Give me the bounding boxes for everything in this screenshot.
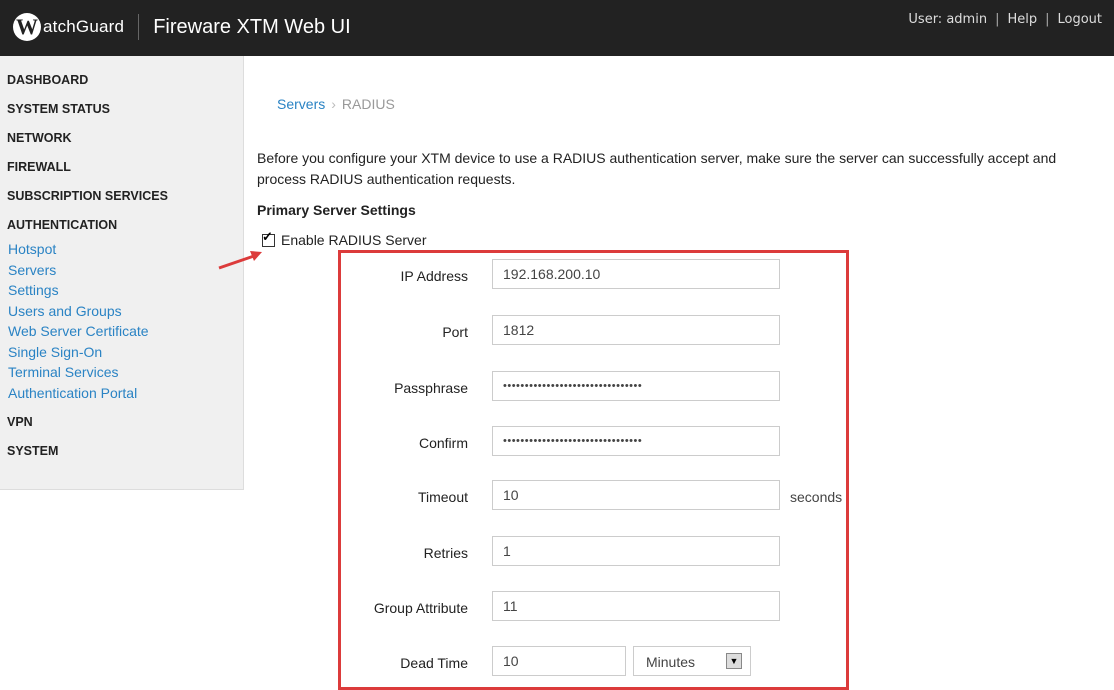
- sidebar-item-authentication[interactable]: AUTHENTICATION: [0, 218, 117, 232]
- help-link[interactable]: Help: [1007, 12, 1037, 27]
- sidebar-item-vpn[interactable]: VPN: [0, 415, 33, 429]
- enable-radius-row: ✓ Enable RADIUS Server: [262, 230, 427, 248]
- sidebar-item-firewall[interactable]: FIREWALL: [0, 160, 71, 174]
- sidebar-item-dashboard[interactable]: DASHBOARD: [0, 73, 88, 87]
- retries-input[interactable]: [492, 536, 780, 566]
- header-divider: [138, 14, 140, 40]
- sidebar-subitem-users-and-groups[interactable]: Users and Groups: [0, 301, 149, 322]
- dead-time-label: Dead Time: [400, 655, 468, 671]
- annotation-arrow-icon: [218, 251, 262, 270]
- confirm-label: Confirm: [418, 435, 468, 451]
- logo-text: atchGuard: [43, 17, 125, 36]
- user-label: User: admin: [908, 12, 988, 27]
- dropdown-arrow-icon[interactable]: ▼: [726, 653, 742, 669]
- sidebar-subitem-terminal-services[interactable]: Terminal Services: [0, 362, 149, 383]
- user-nav: User: admin | Help | Logout: [908, 12, 1102, 27]
- group-attribute-label: Group Attribute: [373, 600, 468, 616]
- dead-time-input[interactable]: [492, 646, 626, 676]
- sidebar-subitem-web-server-certificate[interactable]: Web Server Certificate: [0, 321, 149, 342]
- passphrase-input[interactable]: ••••••••••••••••••••••••••••••••: [492, 371, 780, 401]
- breadcrumb-servers-link[interactable]: Servers: [277, 96, 325, 112]
- top-header: W atchGuard Fireware XTM Web UI User: ad…: [0, 0, 1114, 56]
- port-label: Port: [442, 324, 468, 340]
- port-input[interactable]: [492, 315, 780, 345]
- passphrase-label: Passphrase: [394, 380, 468, 396]
- logout-link[interactable]: Logout: [1057, 12, 1102, 27]
- sidebar-item-subscription-services[interactable]: SUBSCRIPTION SERVICES: [0, 189, 168, 203]
- retries-label: Retries: [423, 545, 468, 561]
- timeout-input[interactable]: [492, 480, 780, 510]
- enable-radius-checkbox[interactable]: ✓: [262, 230, 275, 247]
- sidebar-subitem-settings[interactable]: Settings: [0, 280, 149, 301]
- checkmark-icon: ✓: [262, 228, 273, 244]
- ip-address-label: IP Address: [400, 268, 468, 284]
- sidebar-subitem-authentication-portal[interactable]: Authentication Portal: [0, 383, 149, 404]
- sidebar-subitem-single-sign-on[interactable]: Single Sign-On: [0, 342, 149, 363]
- timeout-unit-label: seconds: [790, 489, 843, 505]
- confirm-input[interactable]: ••••••••••••••••••••••••••••••••: [492, 426, 780, 456]
- auth-submenu: Hotspot Servers Settings Users and Group…: [0, 239, 149, 403]
- sidebar-item-system-status[interactable]: SYSTEM STATUS: [0, 102, 110, 116]
- sidebar-nav: DASHBOARD SYSTEM STATUS NETWORK FIREWALL…: [0, 56, 244, 490]
- breadcrumb-current: RADIUS: [341, 96, 395, 112]
- sidebar-subitem-hotspot[interactable]: Hotspot: [0, 239, 149, 260]
- sidebar-item-network[interactable]: NETWORK: [0, 131, 72, 145]
- watchguard-logo[interactable]: W atchGuard Fireware XTM Web UI: [13, 10, 351, 44]
- timeout-label: Timeout: [417, 489, 468, 505]
- intro-text: Before you configure your XTM device to …: [257, 150, 1057, 187]
- enable-radius-label: Enable RADIUS Server: [281, 232, 427, 248]
- app-title: Fireware XTM Web UI: [153, 15, 351, 38]
- breadcrumb-separator: ›: [331, 96, 336, 112]
- dead-time-unit-select[interactable]: Minutes ▼: [633, 646, 751, 676]
- section-title: Primary Server Settings: [257, 202, 416, 218]
- logo-mark-icon: W: [13, 13, 41, 41]
- sidebar-subitem-servers[interactable]: Servers: [0, 260, 149, 281]
- dead-time-unit-value: Minutes: [646, 654, 696, 670]
- group-attribute-input[interactable]: [492, 591, 780, 621]
- breadcrumb: Servers › RADIUS: [277, 96, 395, 112]
- ip-address-input[interactable]: [492, 259, 780, 289]
- sidebar-item-system[interactable]: SYSTEM: [0, 444, 58, 458]
